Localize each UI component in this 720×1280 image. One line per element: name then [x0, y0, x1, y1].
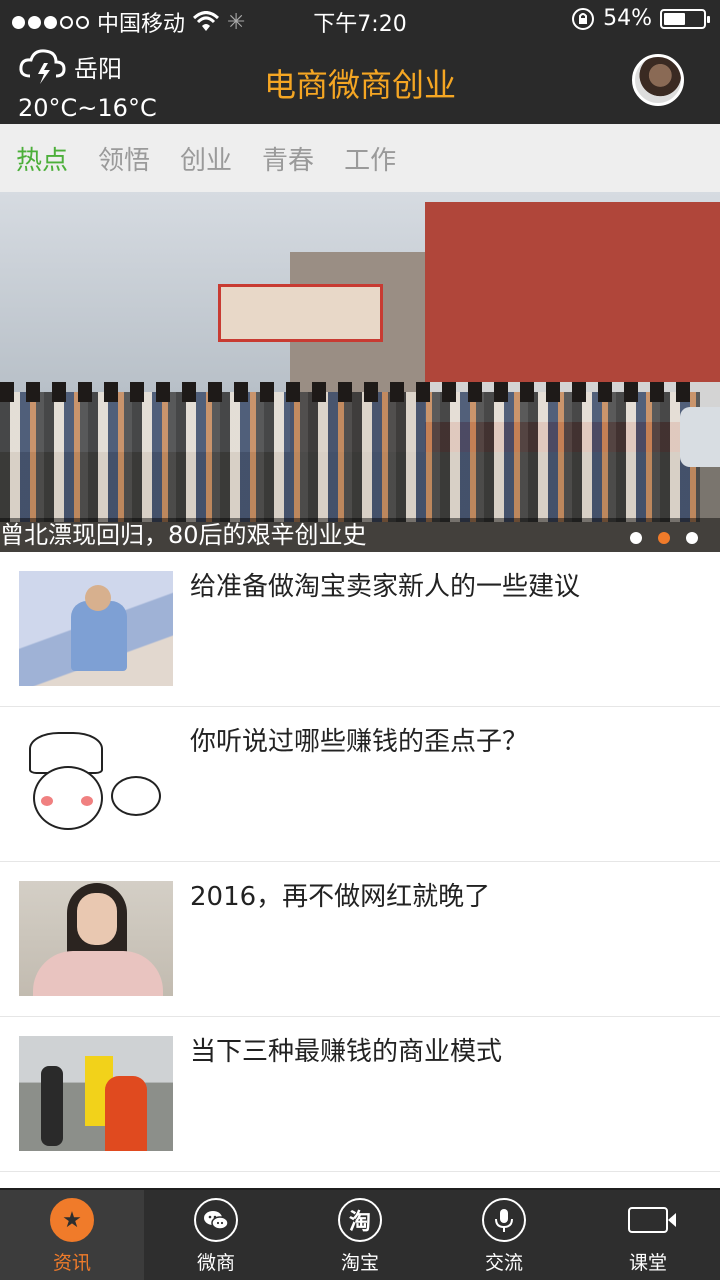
list-item[interactable]: 当下三种最赚钱的商业模式 [0, 1017, 720, 1172]
status-bar: 中国移动 ✳ 下午7:20 54% [0, 0, 720, 40]
nav-item-news[interactable]: ★ 资讯 [0, 1190, 144, 1280]
battery-fill [664, 12, 685, 25]
rotation-lock-icon [572, 7, 595, 30]
banner-photo-crowd-heads [0, 382, 700, 402]
article-title: 2016，再不做网红就晚了 [190, 882, 491, 912]
banner-caption: 曾北漂现回归，80后的艰辛创业史 [0, 521, 367, 549]
battery-percent: 54% [603, 6, 652, 31]
banner-photo-car [680, 407, 720, 467]
list-item[interactable]: 给准备做淘宝卖家新人的一些建议 [0, 552, 720, 707]
nav-label: 淘宝 [340, 1252, 379, 1274]
tab-startup[interactable]: 创业 [180, 140, 232, 177]
bottom-nav: ★ 资讯 微商 淘 淘宝 交流 课堂 [0, 1188, 720, 1280]
wechat-icon [194, 1198, 238, 1242]
tab-insight[interactable]: 领悟 [98, 140, 150, 177]
list-item[interactable]: 你听说过哪些赚钱的歪点子？ [0, 707, 720, 862]
category-tabs: 热点 领悟 创业 青春 工作 [0, 124, 720, 192]
app-header: 岳阳 20°C~16°C 电商微商创业 [0, 40, 720, 124]
status-right: 54% [571, 6, 710, 31]
article-thumbnail [19, 881, 173, 996]
nav-item-taobao[interactable]: 淘 淘宝 [288, 1190, 432, 1280]
pager-dot-1[interactable] [630, 532, 642, 544]
banner-carousel[interactable]: 曾北漂现回归，80后的艰辛创业史 [0, 192, 720, 552]
tab-work[interactable]: 工作 [344, 140, 396, 177]
article-thumbnail [19, 1036, 173, 1151]
article-list: 给准备做淘宝卖家新人的一些建议 你听说过哪些赚钱的歪点子？ 2016，再不做网红… [0, 552, 720, 1172]
pager-dot-3[interactable] [686, 532, 698, 544]
nav-label: 课堂 [628, 1252, 667, 1274]
page-title: 电商微商创业 [263, 66, 456, 104]
tab-youth[interactable]: 青春 [262, 140, 314, 177]
banner-photo-crowd [0, 392, 700, 522]
banner-photo-sign [218, 284, 383, 342]
nav-item-classroom[interactable]: 课堂 [576, 1190, 720, 1280]
nav-label: 资讯 [52, 1252, 91, 1274]
nav-item-chat[interactable]: 交流 [432, 1190, 576, 1280]
microphone-icon [482, 1198, 526, 1242]
article-title: 给准备做淘宝卖家新人的一些建议 [190, 572, 581, 602]
tab-hot[interactable]: 热点 [16, 140, 68, 177]
star-icon: ★ [50, 1198, 94, 1242]
pager-dot-2[interactable] [658, 532, 670, 544]
nav-label: 交流 [484, 1252, 523, 1274]
article-title: 你听说过哪些赚钱的歪点子？ [190, 727, 529, 757]
app-screen: 中国移动 ✳ 下午7:20 54% 岳阳 20°C~16°C 电商微商创业 热点… [0, 0, 720, 1280]
user-avatar[interactable] [632, 54, 684, 106]
article-title: 当下三种最赚钱的商业模式 [190, 1037, 503, 1067]
banner-pager [630, 532, 698, 544]
list-item[interactable]: 2016，再不做网红就晚了 [0, 862, 720, 1017]
article-thumbnail [19, 726, 173, 841]
nav-label: 微商 [196, 1252, 235, 1274]
nav-item-weishang[interactable]: 微商 [144, 1190, 288, 1280]
article-thumbnail [19, 571, 173, 686]
battery-icon [660, 8, 710, 29]
video-camera-icon [628, 1207, 676, 1233]
taobao-icon: 淘 [338, 1198, 382, 1242]
